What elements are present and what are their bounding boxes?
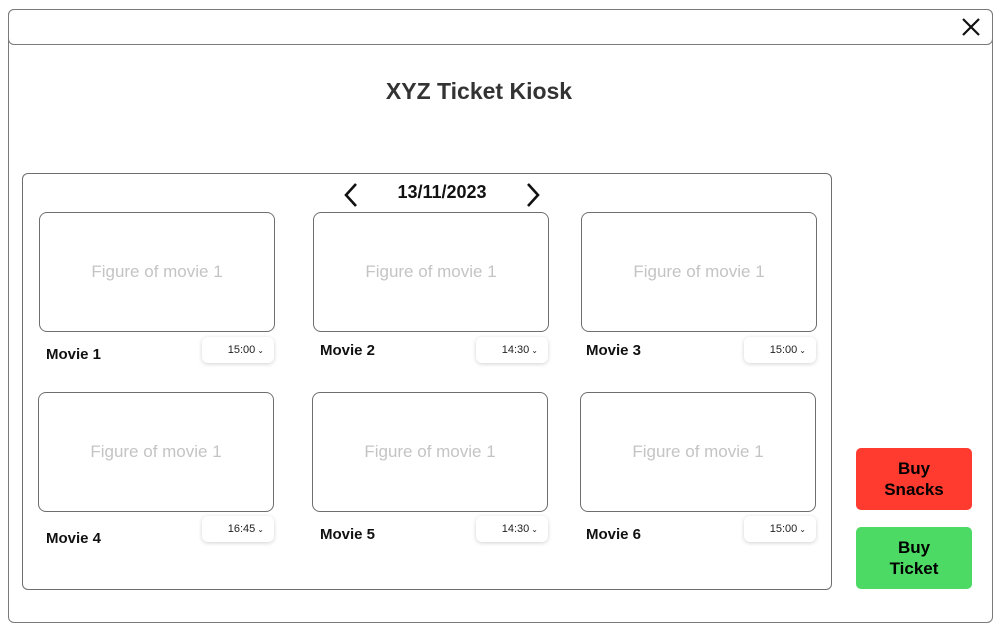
buy-ticket-label: Buy Ticket [889, 538, 939, 578]
buy-snacks-label: Buy Snacks [884, 459, 944, 499]
title-bar [8, 9, 993, 45]
movie-title: Movie 4 [46, 530, 102, 547]
prev-date-button[interactable] [340, 180, 364, 210]
movie-title: Movie 5 [320, 526, 376, 543]
movie-poster[interactable]: Figure of movie 1 [312, 392, 548, 512]
next-date-button[interactable] [520, 180, 544, 210]
showtime-select[interactable]: 14:30 ⌄ [476, 337, 548, 363]
showtime-select[interactable]: 14:30 ⌄ [476, 516, 548, 542]
showtime-value: 14:30 [501, 523, 530, 535]
chevron-down-icon: ⌄ [799, 524, 806, 534]
movie-title: Movie 2 [320, 342, 376, 359]
selected-date: 13/11/2023 [397, 182, 487, 202]
movie-title: Movie 1 [46, 346, 102, 363]
showtime-value: 14:30 [501, 344, 530, 356]
movie-poster[interactable]: Figure of movie 1 [39, 212, 275, 332]
chevron-left-icon [344, 183, 357, 207]
close-button[interactable] [958, 14, 984, 40]
buy-ticket-button[interactable]: Buy Ticket [856, 527, 972, 589]
chevron-down-icon: ⌄ [531, 345, 538, 355]
showtime-value: 15:00 [227, 344, 256, 356]
movie-poster[interactable]: Figure of movie 1 [313, 212, 549, 332]
app-title: XYZ Ticket Kiosk [385, 78, 573, 104]
showtime-select[interactable]: 15:00 ⌄ [202, 337, 274, 363]
movie-title: Movie 6 [586, 526, 642, 543]
showtime-value: 15:00 [769, 344, 798, 356]
chevron-down-icon: ⌄ [531, 524, 538, 534]
chevron-down-icon: ⌄ [257, 524, 264, 534]
buy-snacks-button[interactable]: Buy Snacks [856, 448, 972, 510]
close-icon [962, 18, 980, 36]
movie-poster[interactable]: Figure of movie 1 [38, 392, 274, 512]
showtime-select[interactable]: 15:00 ⌄ [744, 337, 816, 363]
movie-poster[interactable]: Figure of movie 1 [580, 392, 816, 512]
showtime-select[interactable]: 15:00 ⌄ [744, 516, 816, 542]
showtime-value: 15:00 [769, 523, 798, 535]
showtime-value: 16:45 [227, 523, 256, 535]
showtime-select[interactable]: 16:45 ⌄ [202, 516, 274, 542]
movie-title: Movie 3 [586, 342, 642, 359]
chevron-down-icon: ⌄ [257, 345, 264, 355]
chevron-right-icon [527, 183, 540, 207]
movie-poster[interactable]: Figure of movie 1 [581, 212, 817, 332]
chevron-down-icon: ⌄ [799, 345, 806, 355]
